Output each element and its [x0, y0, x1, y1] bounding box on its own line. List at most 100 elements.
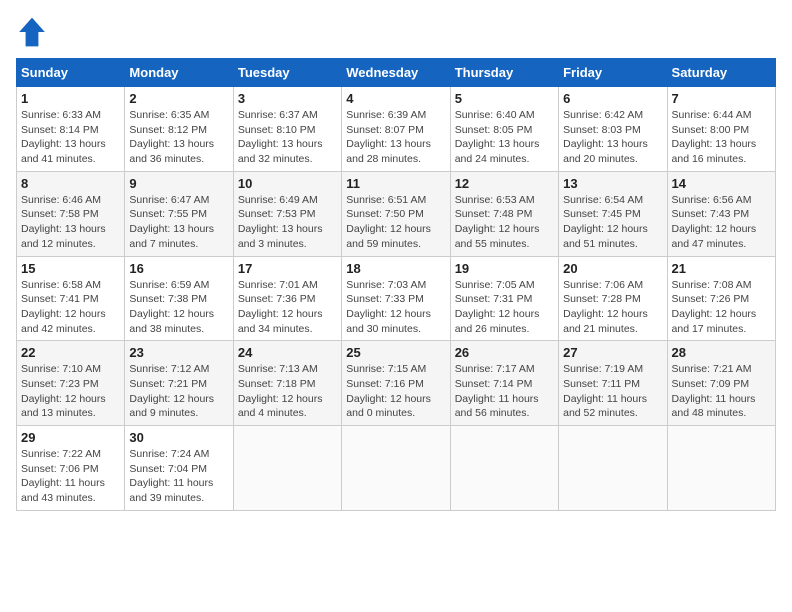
calendar-day: 26Sunrise: 7:17 AMSunset: 7:14 PMDayligh…: [450, 341, 558, 426]
calendar-day: 25 Sunrise: 7:15 AMSunset: 7:16 PMDayligh…: [342, 341, 450, 426]
weekday-header: Wednesday: [342, 59, 450, 87]
day-number: 6: [563, 91, 662, 106]
day-info: Sunrise: 7:06 AMSunset: 7:28 PMDaylight:…: [563, 278, 662, 337]
calendar-day: 22 Sunrise: 7:10 AMSunset: 7:23 PMDayligh…: [17, 341, 125, 426]
day-number: 8: [21, 176, 120, 191]
day-number: 12: [455, 176, 554, 191]
calendar-day: [233, 426, 341, 511]
day-info: Sunrise: 7:05 AMSunset: 7:31 PMDaylight:…: [455, 278, 554, 337]
page-header: [16, 16, 776, 48]
day-info: Sunrise: 6:58 AMSunset: 7:41 PMDaylight:…: [21, 278, 120, 337]
day-info: Sunrise: 6:54 AMSunset: 7:45 PMDaylight:…: [563, 193, 662, 252]
day-info: Sunrise: 7:13 AMSunset: 7:18 PMDaylight:…: [238, 362, 337, 421]
day-number: 24: [238, 345, 337, 360]
day-number: 16: [129, 261, 228, 276]
calendar-day: 21 Sunrise: 7:08 AMSunset: 7:26 PMDayligh…: [667, 256, 775, 341]
day-number: 10: [238, 176, 337, 191]
day-number: 21: [672, 261, 771, 276]
calendar-day: 7 Sunrise: 6:44 AMSunset: 8:00 PMDaylight…: [667, 87, 775, 172]
calendar-week: 29Sunrise: 7:22 AMSunset: 7:06 PMDayligh…: [17, 426, 776, 511]
day-number: 17: [238, 261, 337, 276]
weekday-header: Sunday: [17, 59, 125, 87]
calendar-day: 14 Sunrise: 6:56 AMSunset: 7:43 PMDayligh…: [667, 171, 775, 256]
calendar-day: [450, 426, 558, 511]
calendar-day: 17Sunrise: 7:01 AMSunset: 7:36 PMDayligh…: [233, 256, 341, 341]
day-number: 13: [563, 176, 662, 191]
day-info: Sunrise: 6:47 AMSunset: 7:55 PMDaylight:…: [129, 193, 228, 252]
calendar-table: SundayMondayTuesdayWednesdayThursdayFrid…: [16, 58, 776, 511]
calendar-day: 29Sunrise: 7:22 AMSunset: 7:06 PMDayligh…: [17, 426, 125, 511]
day-number: 28: [672, 345, 771, 360]
day-info: Sunrise: 6:53 AMSunset: 7:48 PMDaylight:…: [455, 193, 554, 252]
weekday-header: Monday: [125, 59, 233, 87]
day-info: Sunrise: 7:10 AMSunset: 7:23 PMDaylight:…: [21, 362, 120, 421]
day-info: Sunrise: 6:44 AMSunset: 8:00 PMDaylight:…: [672, 108, 771, 167]
day-number: 11: [346, 176, 445, 191]
day-number: 23: [129, 345, 228, 360]
calendar-day: 15 Sunrise: 6:58 AMSunset: 7:41 PMDayligh…: [17, 256, 125, 341]
day-info: Sunrise: 7:15 AMSunset: 7:16 PMDaylight:…: [346, 362, 445, 421]
day-info: Sunrise: 6:51 AMSunset: 7:50 PMDaylight:…: [346, 193, 445, 252]
weekday-header: Friday: [559, 59, 667, 87]
calendar-day: 28 Sunrise: 7:21 AMSunset: 7:09 PMDayligh…: [667, 341, 775, 426]
day-info: Sunrise: 6:59 AMSunset: 7:38 PMDaylight:…: [129, 278, 228, 337]
day-number: 2: [129, 91, 228, 106]
day-number: 1: [21, 91, 120, 106]
calendar-day: 11 Sunrise: 6:51 AMSunset: 7:50 PMDayligh…: [342, 171, 450, 256]
weekday-header: Tuesday: [233, 59, 341, 87]
calendar-day: 27 Sunrise: 7:19 AMSunset: 7:11 PMDayligh…: [559, 341, 667, 426]
calendar-day: 6Sunrise: 6:42 AMSunset: 8:03 PMDaylight…: [559, 87, 667, 172]
calendar-day: [667, 426, 775, 511]
calendar-week: 8 Sunrise: 6:46 AMSunset: 7:58 PMDaylight…: [17, 171, 776, 256]
day-number: 18: [346, 261, 445, 276]
day-info: Sunrise: 7:24 AMSunset: 7:04 PMDaylight:…: [129, 447, 228, 506]
day-info: Sunrise: 6:46 AMSunset: 7:58 PMDaylight:…: [21, 193, 120, 252]
day-info: Sunrise: 7:17 AMSunset: 7:14 PMDaylight:…: [455, 362, 554, 421]
weekday-header: Thursday: [450, 59, 558, 87]
calendar-day: 16 Sunrise: 6:59 AMSunset: 7:38 PMDayligh…: [125, 256, 233, 341]
logo: [16, 16, 52, 48]
calendar-day: 20 Sunrise: 7:06 AMSunset: 7:28 PMDayligh…: [559, 256, 667, 341]
day-number: 14: [672, 176, 771, 191]
calendar-day: 9 Sunrise: 6:47 AMSunset: 7:55 PMDaylight…: [125, 171, 233, 256]
calendar-day: 10Sunrise: 6:49 AMSunset: 7:53 PMDayligh…: [233, 171, 341, 256]
calendar-day: 12 Sunrise: 6:53 AMSunset: 7:48 PMDayligh…: [450, 171, 558, 256]
calendar-day: 8 Sunrise: 6:46 AMSunset: 7:58 PMDaylight…: [17, 171, 125, 256]
day-info: Sunrise: 6:39 AMSunset: 8:07 PMDaylight:…: [346, 108, 445, 167]
day-number: 19: [455, 261, 554, 276]
day-info: Sunrise: 6:40 AMSunset: 8:05 PMDaylight:…: [455, 108, 554, 167]
calendar-day: 2 Sunrise: 6:35 AMSunset: 8:12 PMDaylight…: [125, 87, 233, 172]
day-info: Sunrise: 6:35 AMSunset: 8:12 PMDaylight:…: [129, 108, 228, 167]
day-number: 15: [21, 261, 120, 276]
day-number: 22: [21, 345, 120, 360]
day-info: Sunrise: 7:22 AMSunset: 7:06 PMDaylight:…: [21, 447, 120, 506]
logo-icon: [16, 16, 48, 48]
calendar-day: 23 Sunrise: 7:12 AMSunset: 7:21 PMDayligh…: [125, 341, 233, 426]
calendar-week: 15 Sunrise: 6:58 AMSunset: 7:41 PMDayligh…: [17, 256, 776, 341]
calendar-header: SundayMondayTuesdayWednesdayThursdayFrid…: [17, 59, 776, 87]
calendar-week: 1 Sunrise: 6:33 AMSunset: 8:14 PMDaylight…: [17, 87, 776, 172]
calendar-week: 22 Sunrise: 7:10 AMSunset: 7:23 PMDayligh…: [17, 341, 776, 426]
calendar-day: 19 Sunrise: 7:05 AMSunset: 7:31 PMDayligh…: [450, 256, 558, 341]
day-number: 5: [455, 91, 554, 106]
day-number: 27: [563, 345, 662, 360]
day-number: 7: [672, 91, 771, 106]
calendar-day: 3Sunrise: 6:37 AMSunset: 8:10 PMDaylight…: [233, 87, 341, 172]
day-info: Sunrise: 6:56 AMSunset: 7:43 PMDaylight:…: [672, 193, 771, 252]
day-number: 20: [563, 261, 662, 276]
day-number: 25: [346, 345, 445, 360]
calendar-day: 24 Sunrise: 7:13 AMSunset: 7:18 PMDayligh…: [233, 341, 341, 426]
day-number: 9: [129, 176, 228, 191]
calendar-day: [342, 426, 450, 511]
weekday-header: Saturday: [667, 59, 775, 87]
day-info: Sunrise: 6:33 AMSunset: 8:14 PMDaylight:…: [21, 108, 120, 167]
day-info: Sunrise: 6:37 AMSunset: 8:10 PMDaylight:…: [238, 108, 337, 167]
day-info: Sunrise: 7:08 AMSunset: 7:26 PMDaylight:…: [672, 278, 771, 337]
calendar-day: 13 Sunrise: 6:54 AMSunset: 7:45 PMDayligh…: [559, 171, 667, 256]
day-info: Sunrise: 7:12 AMSunset: 7:21 PMDaylight:…: [129, 362, 228, 421]
day-info: Sunrise: 7:21 AMSunset: 7:09 PMDaylight:…: [672, 362, 771, 421]
calendar-day: [559, 426, 667, 511]
calendar-day: 18Sunrise: 7:03 AMSunset: 7:33 PMDayligh…: [342, 256, 450, 341]
calendar-day: 30Sunrise: 7:24 AMSunset: 7:04 PMDayligh…: [125, 426, 233, 511]
day-info: Sunrise: 7:19 AMSunset: 7:11 PMDaylight:…: [563, 362, 662, 421]
